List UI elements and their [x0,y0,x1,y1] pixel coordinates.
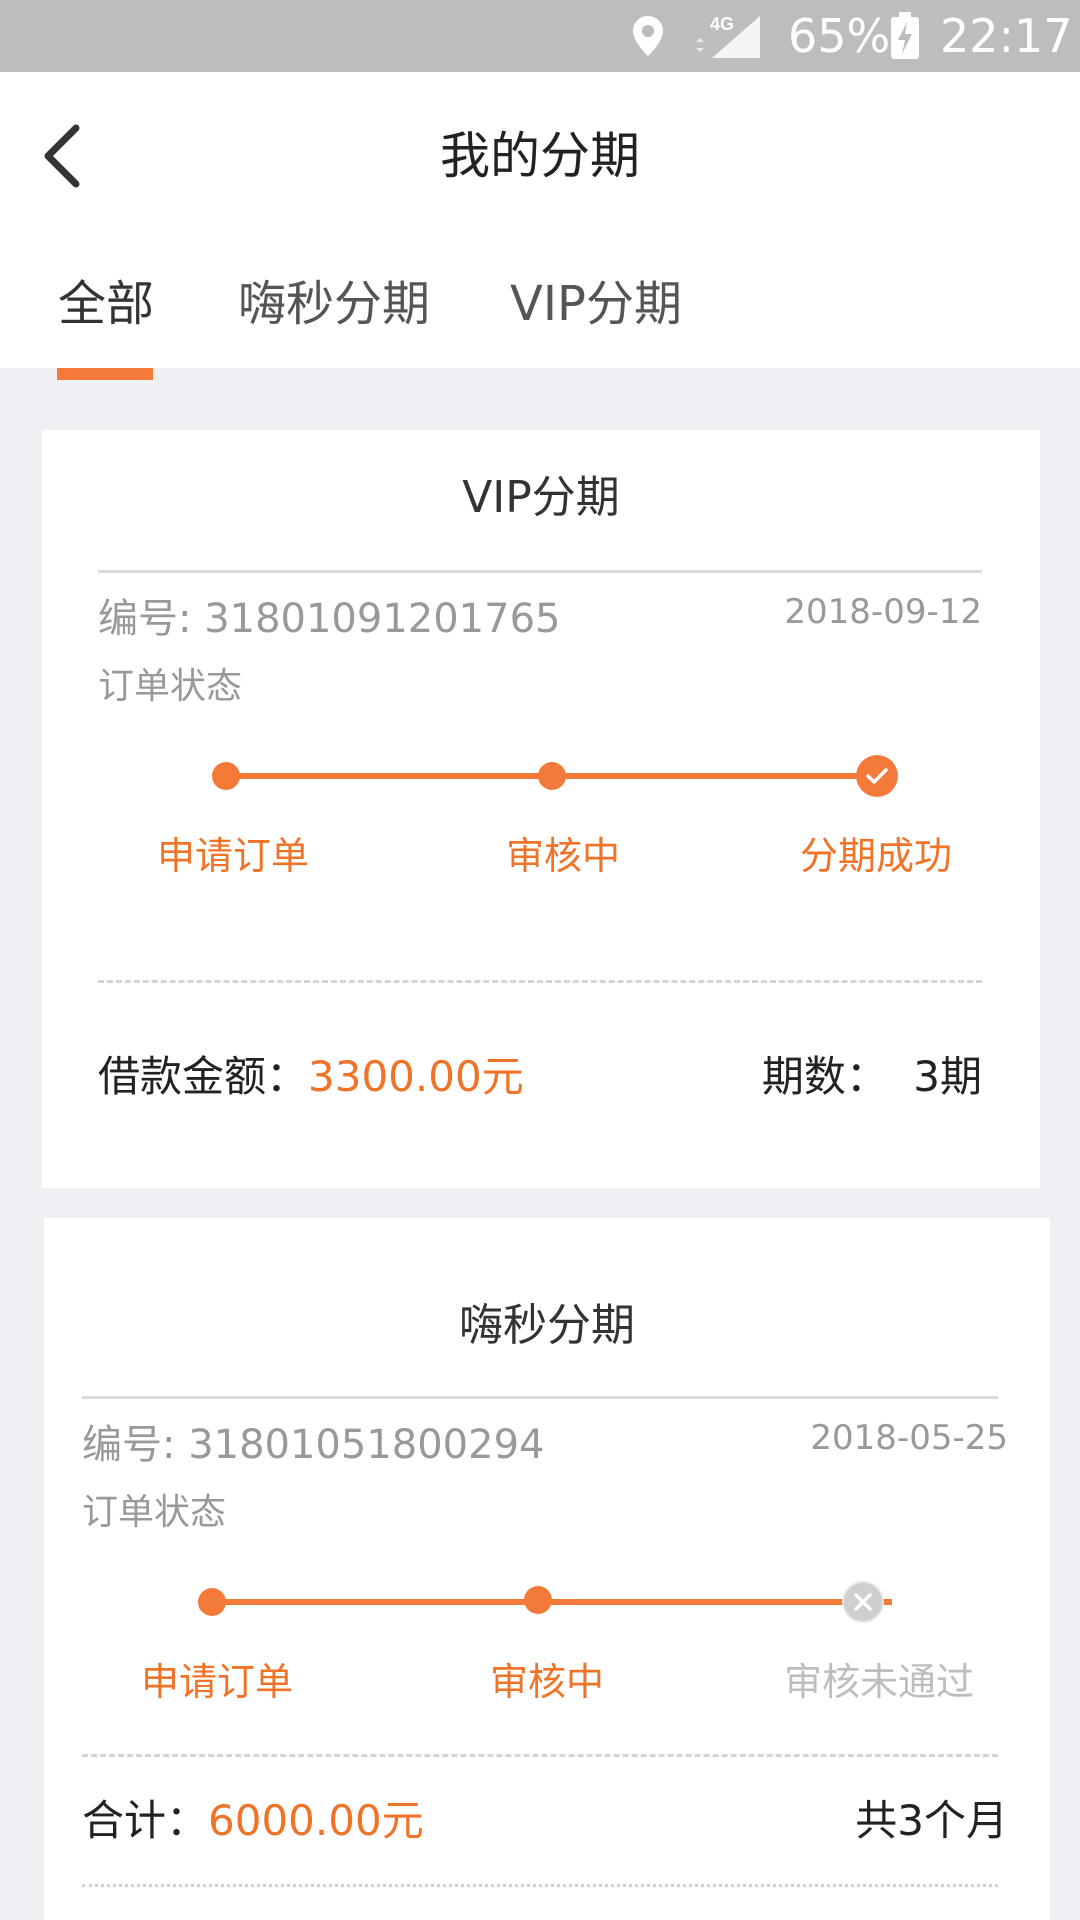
step-label-reviewing: 审核中 [506,834,621,878]
term-total: 共3个月 [855,1796,1008,1845]
network-label: 4G [710,14,734,34]
close-icon [842,1581,884,1623]
battery-charging-icon [891,12,919,59]
total-amount-row: 合计：6000.00元 [82,1794,424,1848]
top-app-bar: 我的分期 [0,72,1080,240]
order-title: VIP分期 [462,472,620,523]
order-status-label: 订单状态 [82,1492,227,1533]
status-bar: 4G 65% 22:17 [0,0,1080,72]
battery-percent: 65% [788,9,891,63]
step-label-applied: 申请订单 [157,834,310,878]
check-icon [856,755,898,797]
divider [98,570,982,573]
clock: 22:17 [940,9,1073,63]
divider [82,1396,998,1399]
order-card-vip[interactable]: VIP分期 编号: 31801091201765 2018-09-12 订单状态… [42,430,1040,1188]
dotted-divider [82,1884,998,1887]
term-label: 期数： [761,1052,888,1101]
signal-4g-icon: 4G [696,14,760,58]
loan-amount-value: 3300.00元 [308,1052,524,1101]
tab-vip-installment[interactable]: VIP分期 [510,272,682,336]
location-icon [633,16,663,56]
step-dot-reviewing [524,1586,552,1614]
step-label-rejected: 审核未通过 [784,1660,975,1704]
step-dot-applied [198,1588,226,1616]
page-title: 我的分期 [440,127,640,185]
progress-track [212,1599,892,1605]
tab-haimiao-installment[interactable]: 嗨秒分期 [238,272,430,336]
order-status-label: 订单状态 [98,666,243,707]
tab-bar: 全部 嗨秒分期 VIP分期 [0,240,1080,380]
order-date: 2018-09-12 [784,592,982,632]
step-label-applied: 申请订单 [141,1660,294,1704]
order-title: 嗨秒分期 [459,1300,635,1351]
step-label-success: 分期成功 [800,834,953,878]
dashed-divider [98,980,982,983]
dashed-divider [82,1754,998,1757]
order-number: 编号: 31801051800294 [82,1422,545,1468]
loan-amount-row: 借款金额：3300.00元 [98,1050,524,1104]
term-row: 期数： 3期 [762,1050,982,1104]
active-tab-indicator [57,368,153,380]
term-value: 3期 [913,1052,982,1101]
step-dot-reviewing [538,762,566,790]
loan-amount-label: 借款金额： [98,1052,309,1101]
total-amount-value: 6000.00元 [208,1796,424,1845]
order-number: 编号: 31801091201765 [98,596,561,642]
order-card-haimiao[interactable]: 嗨秒分期 编号: 31801051800294 2018-05-25 订单状态 … [44,1218,1050,1920]
step-dot-applied [212,762,240,790]
step-label-reviewing: 审核中 [490,1660,605,1704]
order-date: 2018-05-25 [810,1418,1008,1458]
total-amount-label: 合计： [82,1796,209,1845]
tab-all[interactable]: 全部 [58,272,154,336]
